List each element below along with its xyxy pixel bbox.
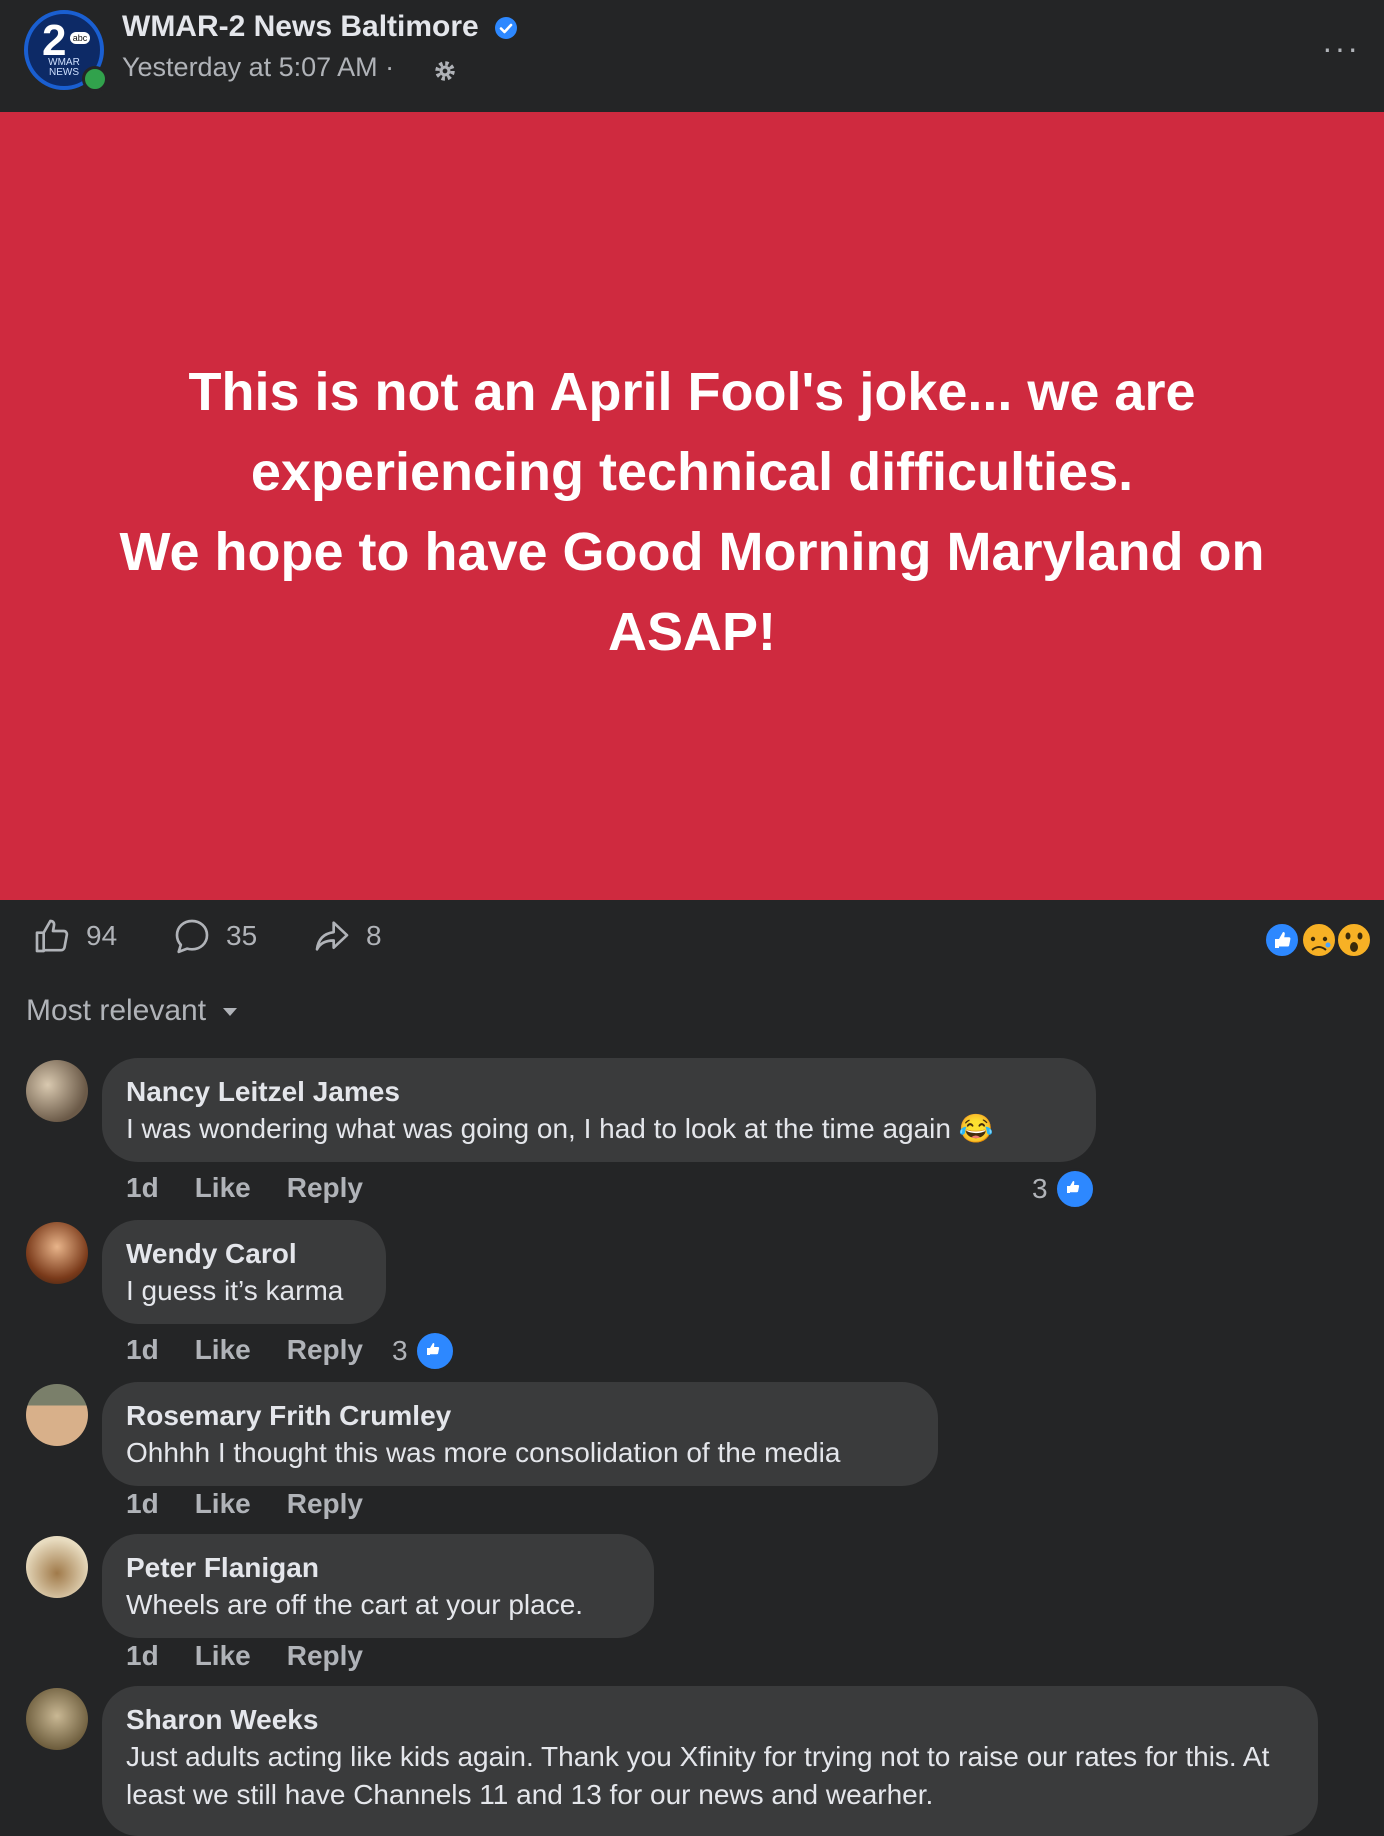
comment-text: Just adults acting like kids again. Than…: [126, 1741, 1270, 1810]
avatar-text: WMAR NEWS: [48, 57, 80, 78]
share-icon: [315, 921, 349, 951]
comment-reaction-count[interactable]: 3: [392, 1330, 456, 1372]
comment-button[interactable]: 35: [172, 916, 257, 956]
commenter-name[interactable]: Peter Flanigan: [126, 1550, 630, 1586]
comment-sort-dropdown[interactable]: Most relevant: [26, 994, 240, 1028]
comment-reply-button[interactable]: Reply: [287, 1172, 363, 1204]
comment-time[interactable]: 1d: [126, 1334, 159, 1366]
like-count: 94: [86, 920, 118, 951]
post-text-line: We hope to have Good Morning Maryland on: [119, 522, 1265, 582]
post-text-line: experiencing technical difficulties.: [250, 442, 1134, 502]
comment-bubble: Peter Flanigan Wheels are off the cart a…: [102, 1534, 654, 1638]
commenter-name[interactable]: Rosemary Frith Crumley: [126, 1398, 914, 1434]
post-text: This is not an April Fool's joke... we a…: [40, 352, 1344, 672]
post-header: 2 abc WMAR NEWS WMAR-2 News Baltimore Ye…: [0, 0, 1384, 112]
like-button[interactable]: 94: [32, 916, 117, 956]
comment-bubble: Rosemary Frith Crumley Ohhhh I thought t…: [102, 1382, 938, 1486]
comment-text: Wheels are off the cart at your place.: [126, 1589, 584, 1620]
like-reaction-icon: [413, 1330, 456, 1372]
commenter-avatar[interactable]: [26, 1222, 88, 1284]
commenter-avatar[interactable]: [26, 1688, 88, 1750]
gear-icon: [435, 61, 455, 81]
comment-icon: [175, 919, 209, 954]
reaction-count-text: 3: [1032, 1173, 1048, 1204]
comment-like-button[interactable]: Like: [195, 1334, 251, 1366]
share-button[interactable]: 8: [312, 916, 382, 956]
reaction-count-text: 3: [392, 1335, 408, 1366]
post-text-line: ASAP!: [607, 602, 776, 662]
post-timestamp[interactable]: Yesterday at 5:07 AM ·: [122, 52, 394, 83]
verified-badge-icon: [495, 17, 517, 39]
comment-meta: 1d Like Reply: [126, 1640, 363, 1672]
commenter-avatar[interactable]: [26, 1536, 88, 1598]
sort-label: Most relevant: [26, 994, 207, 1027]
commenter-name[interactable]: Wendy Carol: [126, 1236, 362, 1272]
comment-meta: 1d Like Reply: [126, 1172, 363, 1204]
commenter-avatar[interactable]: [26, 1384, 88, 1446]
post-image[interactable]: This is not an April Fool's joke... we a…: [0, 112, 1384, 900]
comment-text: I was wondering what was going on, I had…: [126, 1113, 994, 1144]
thumbs-up-icon: [35, 919, 69, 953]
post-actions: 94 35 8: [0, 900, 1384, 980]
comment-reply-button[interactable]: Reply: [287, 1640, 363, 1672]
comment-text: I guess it’s karma: [126, 1275, 344, 1306]
comment-bubble: Sharon Weeks Just adults acting like kid…: [102, 1686, 1318, 1836]
comment-time[interactable]: 1d: [126, 1640, 159, 1672]
sad-reaction-icon: [1301, 922, 1337, 958]
comment-text: Ohhhh I thought this was more consolidat…: [126, 1437, 841, 1468]
comment-time[interactable]: 1d: [126, 1172, 159, 1204]
comment-like-button[interactable]: Like: [195, 1172, 251, 1204]
page-name[interactable]: WMAR-2 News Baltimore: [122, 10, 479, 44]
commenter-avatar[interactable]: [26, 1060, 88, 1122]
comment-reaction-count[interactable]: 3: [1032, 1168, 1096, 1210]
share-count: 8: [366, 920, 382, 951]
comment-count: 35: [226, 920, 258, 951]
abc-logo: abc: [70, 32, 90, 44]
online-status-dot: [82, 66, 108, 92]
comment-reply-button[interactable]: Reply: [287, 1488, 363, 1520]
comment-like-button[interactable]: Like: [195, 1488, 251, 1520]
commenter-name[interactable]: Nancy Leitzel James: [126, 1074, 1072, 1110]
comment-bubble: Nancy Leitzel James I was wondering what…: [102, 1058, 1096, 1162]
more-options-button[interactable]: ···: [1322, 30, 1360, 67]
comment-meta: 1d Like Reply: [126, 1488, 363, 1520]
post-text-line: This is not an April Fool's joke... we a…: [188, 362, 1196, 422]
reaction-summary[interactable]: [1264, 920, 1374, 960]
chevron-down-icon: [223, 1008, 238, 1016]
comment-time[interactable]: 1d: [126, 1488, 159, 1520]
comment-reply-button[interactable]: Reply: [287, 1334, 363, 1366]
like-reaction-icon: [1053, 1168, 1096, 1210]
comment-like-button[interactable]: Like: [195, 1640, 251, 1672]
commenter-name[interactable]: Sharon Weeks: [126, 1702, 1294, 1738]
comment-bubble: Wendy Carol I guess it’s karma: [102, 1220, 386, 1324]
comment-meta: 1d Like Reply: [126, 1334, 363, 1366]
